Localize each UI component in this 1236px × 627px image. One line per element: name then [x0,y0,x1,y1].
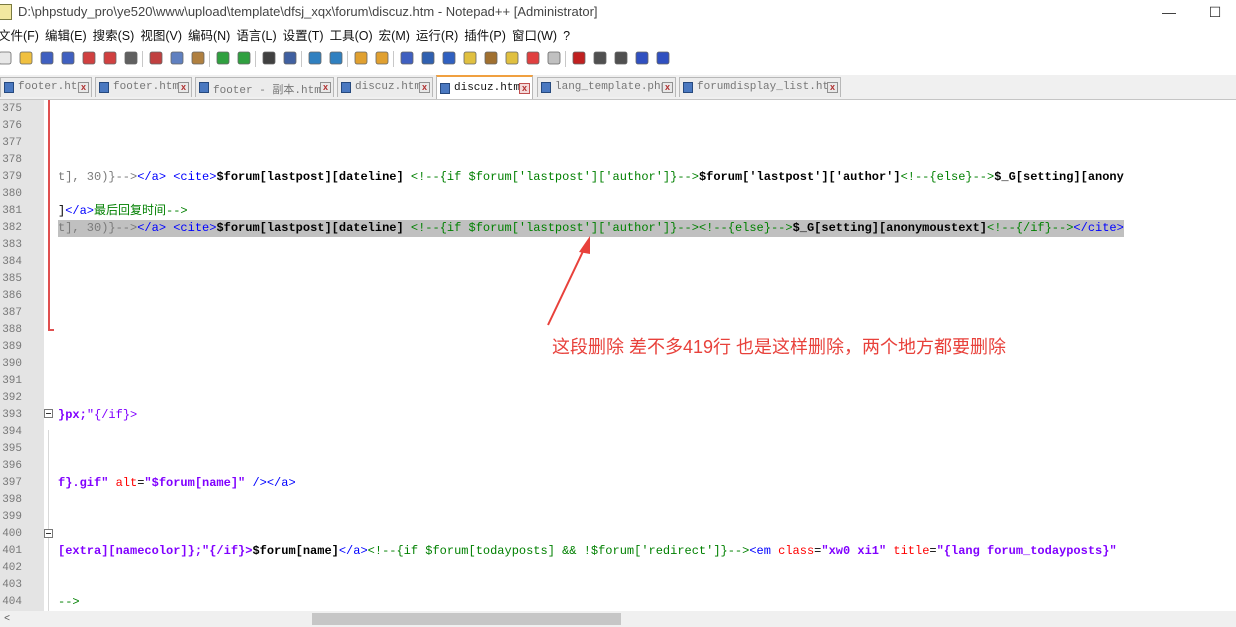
annotation-arrow-head [579,236,590,254]
scroll-thumb[interactable] [312,613,621,625]
scroll-left-arrow[interactable]: < [0,611,14,627]
annotation-arrow [547,236,590,326]
horizontal-scrollbar[interactable]: < [0,611,1236,627]
annotation-text: 这段删除 差不多419行 也是这样删除，两个地方都要删除 [552,337,1007,357]
annotation-arrow-shaft [547,244,587,326]
